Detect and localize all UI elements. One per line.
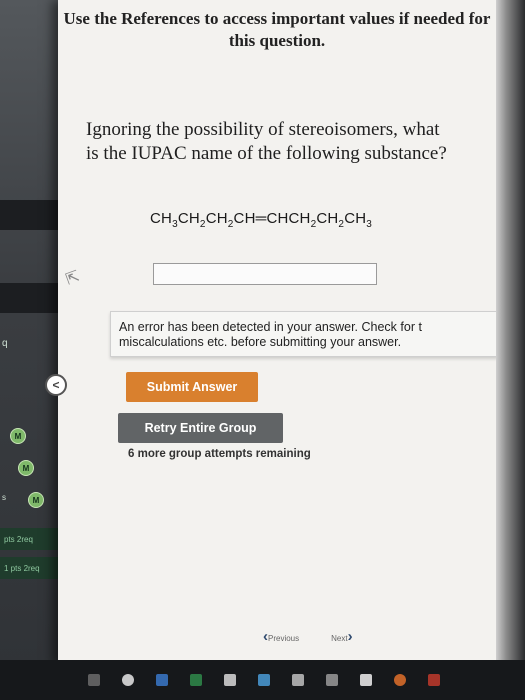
chevron-right-icon: › <box>347 628 353 645</box>
chemical-formula: CH3CH2CH2CH═CHCH2CH2CH3 <box>150 210 372 230</box>
previous-label: Previous <box>268 634 300 643</box>
error-message-text: An error has been detected in your answe… <box>119 320 422 349</box>
question-text: Ignoring the possibility of stereoisomer… <box>86 119 447 164</box>
taskbar-app-icon[interactable] <box>190 674 202 686</box>
chevron-left-icon[interactable]: < <box>45 374 67 396</box>
taskbar-app-icon[interactable] <box>156 674 168 686</box>
screen-edge <box>496 0 525 700</box>
next-label: Next <box>331 634 348 643</box>
formula-part: CH <box>177 210 200 227</box>
taskbar-app-icon[interactable] <box>428 674 440 686</box>
taskbar-app-icon[interactable] <box>88 674 100 686</box>
formula-part: CHCH <box>266 210 311 227</box>
answer-input[interactable] <box>153 263 377 285</box>
taskbar-app-icon[interactable] <box>326 674 338 686</box>
attempts-remaining: 6 more group attempts remaining <box>128 448 311 460</box>
previous-link[interactable]: ‹Previous <box>263 628 299 645</box>
taskbar-app-icon[interactable] <box>258 674 270 686</box>
formula-subscript: 3 <box>366 219 373 230</box>
taskbar-app-icon[interactable] <box>122 674 134 686</box>
mouse-cursor-icon: ⇱ <box>63 268 83 289</box>
submit-answer-button[interactable]: Submit Answer <box>126 372 258 402</box>
retry-group-button[interactable]: Retry Entire Group <box>118 413 283 443</box>
taskbar-app-icon[interactable] <box>224 674 236 686</box>
module-badge-icon[interactable]: M <box>10 428 26 444</box>
taskbar-app-icon[interactable] <box>360 674 372 686</box>
formula-part: CH <box>205 210 228 227</box>
error-message-box: An error has been detected in your answe… <box>110 311 498 357</box>
formula-part: CH <box>150 210 173 227</box>
module-badge-icon[interactable]: M <box>28 492 44 508</box>
left-panel-text-fragment: s <box>2 493 6 502</box>
next-link[interactable]: Next› <box>331 628 352 645</box>
taskbar-app-icon[interactable] <box>292 674 304 686</box>
formula-part: CH <box>233 210 256 227</box>
taskbar-app-icon[interactable] <box>394 674 406 686</box>
formula-part: CH <box>316 210 339 227</box>
formula-part: CH <box>344 210 367 227</box>
left-panel-text-fragment: q <box>2 338 8 349</box>
question-page: Use the References to access important v… <box>45 0 498 665</box>
double-bond: ═ <box>255 210 267 227</box>
references-note: Use the References to access important v… <box>63 9 491 50</box>
question-navigation: ‹Previous Next› <box>263 628 353 645</box>
taskbar <box>0 660 525 700</box>
module-badge-icon[interactable]: M <box>18 460 34 476</box>
